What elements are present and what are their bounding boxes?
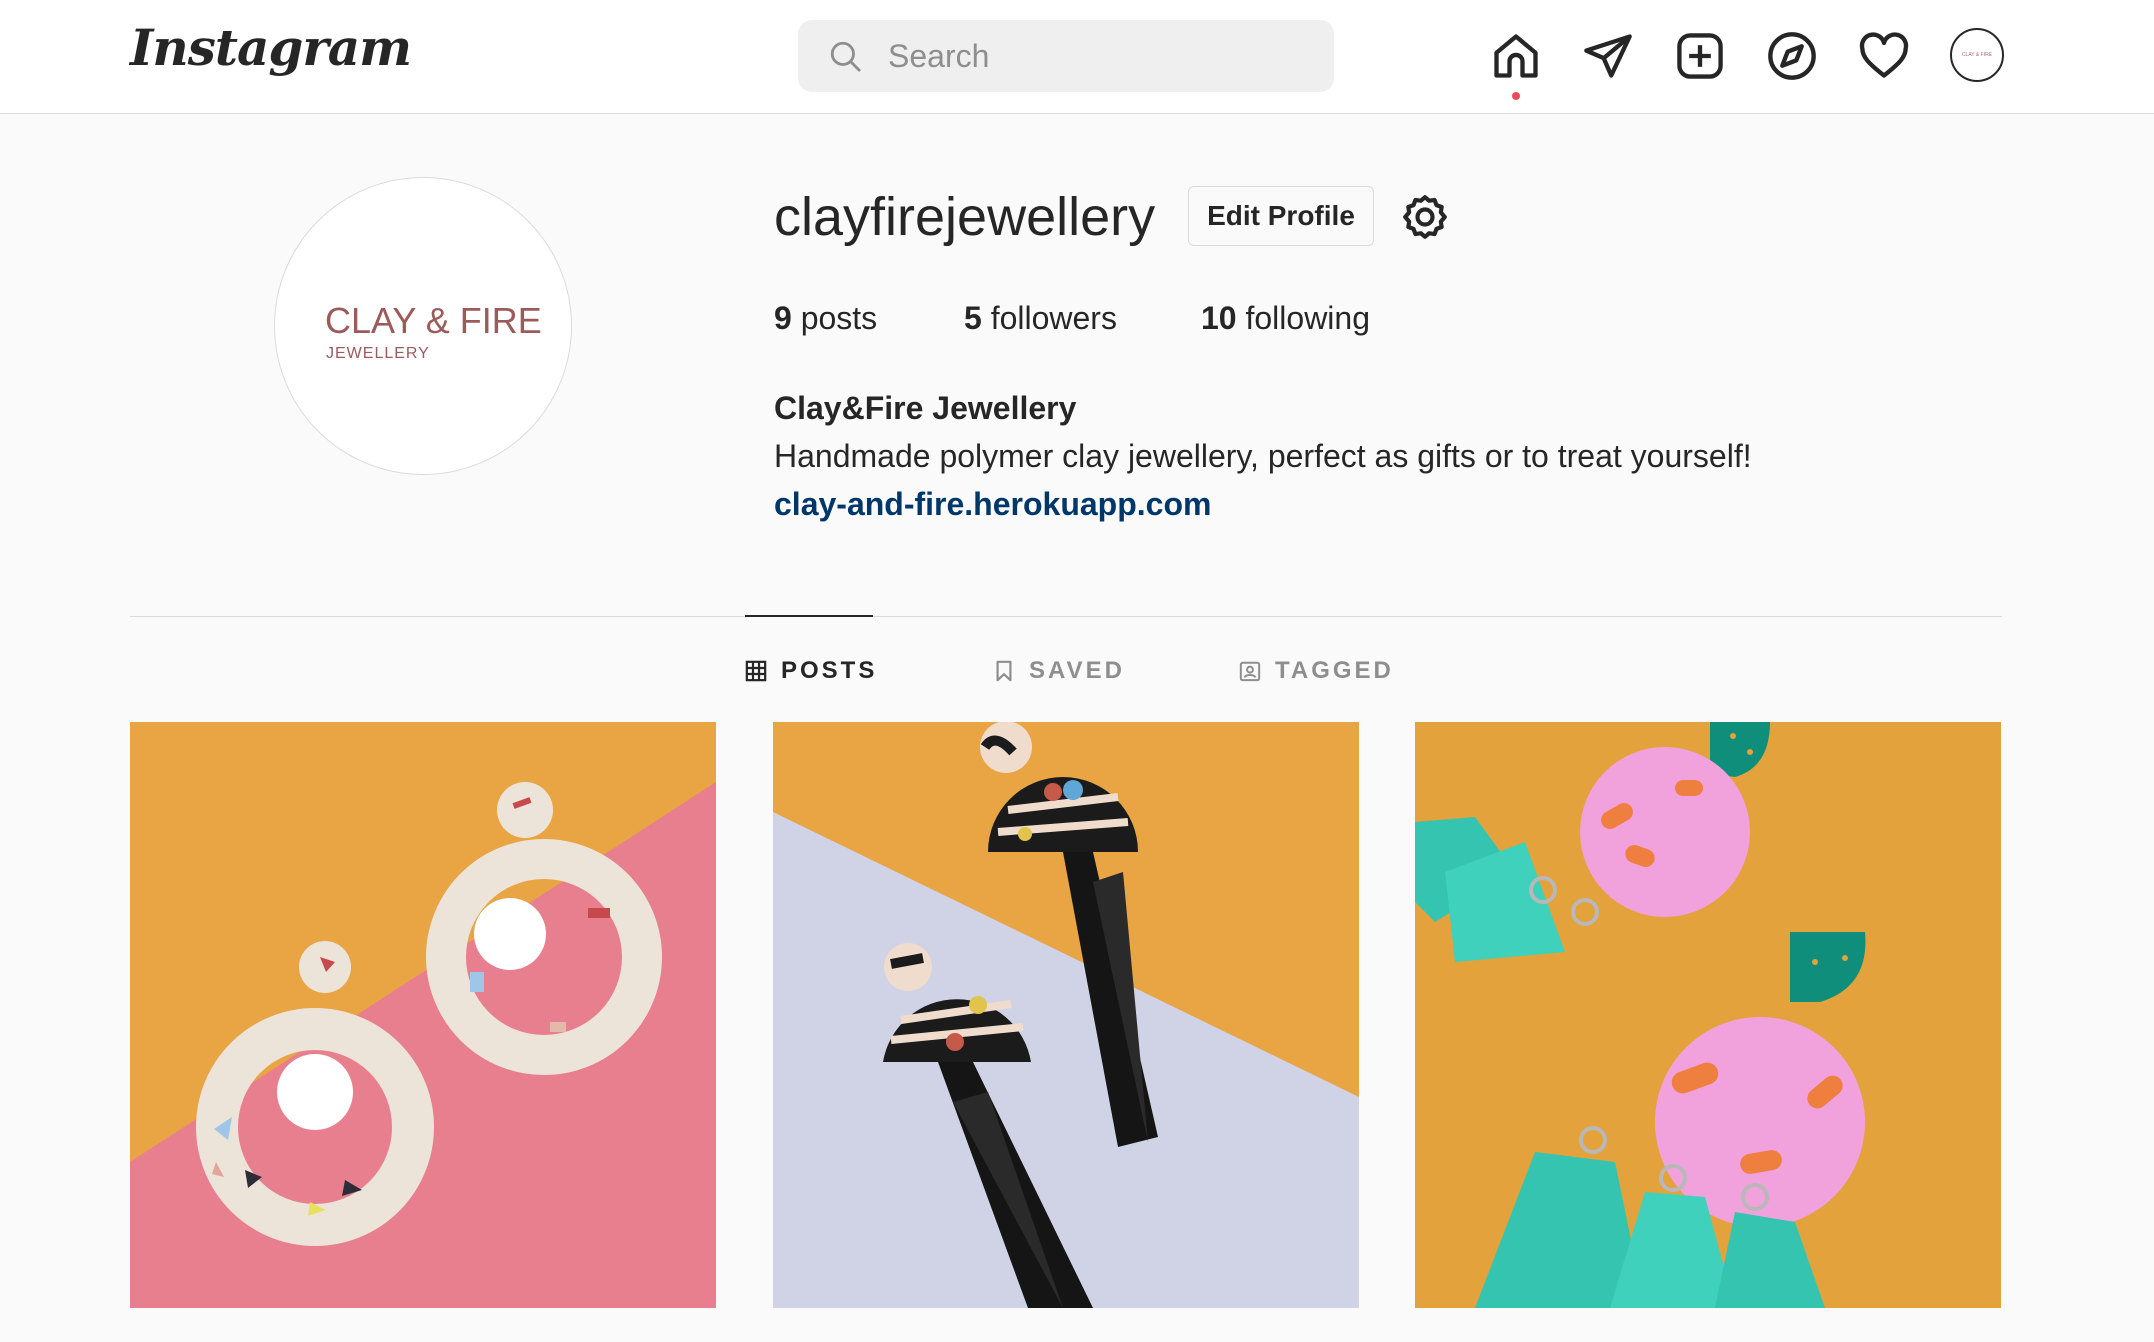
avatar-brand-subtext: JEWELLERY: [326, 345, 430, 362]
post-image-pink-teal-tassels: [1415, 722, 2001, 1308]
gear-icon[interactable]: [1400, 192, 1450, 242]
direct-message-icon[interactable]: [1582, 30, 1634, 82]
tab-posts[interactable]: POSTS: [745, 654, 877, 688]
profile-avatar-icon[interactable]: CLAY & FIRE: [1950, 28, 2004, 82]
followers-stat[interactable]: 5 followers: [964, 300, 1117, 337]
post-thumbnail[interactable]: [130, 722, 716, 1308]
active-tab-indicator: [745, 615, 873, 617]
tab-saved-label: SAVED: [1029, 657, 1125, 684]
activity-heart-icon[interactable]: [1858, 30, 1910, 82]
avatar-brand-text: CLAY & FIRE: [325, 300, 542, 341]
post-thumbnail[interactable]: [1415, 722, 2001, 1308]
notification-dot: [1512, 92, 1520, 100]
following-stat[interactable]: 10 following: [1201, 300, 1370, 337]
top-nav-bar: Instagram CLAY & FIRE: [0, 0, 2154, 114]
explore-icon[interactable]: [1766, 30, 1818, 82]
bookmark-icon: [996, 660, 1012, 682]
posts-label: posts: [800, 300, 878, 336]
profile-full-name: Clay&Fire Jewellery: [774, 390, 1077, 426]
profile-website-link[interactable]: clay-and-fire.herokuapp.com: [774, 486, 1211, 523]
following-count: 10: [1201, 300, 1237, 336]
grid-icon: [745, 660, 767, 682]
profile-username: clayfirejewellery: [774, 187, 1156, 247]
posts-count: 9: [774, 300, 792, 336]
instagram-logo[interactable]: Instagram: [130, 18, 412, 77]
search-box[interactable]: [798, 20, 1334, 92]
post-image-terrazzo-hoops: [130, 722, 716, 1308]
new-post-icon[interactable]: [1674, 30, 1726, 82]
profile-bio: Handmade polymer clay jewellery, perfect…: [774, 438, 1752, 474]
followers-label: followers: [990, 300, 1117, 336]
nav-avatar-text: CLAY & FIRE: [1961, 52, 1993, 58]
tabs-divider: [130, 616, 2002, 617]
tab-saved[interactable]: SAVED: [993, 654, 1125, 688]
edit-profile-button[interactable]: Edit Profile: [1188, 186, 1374, 246]
post-thumbnail[interactable]: [773, 722, 1359, 1308]
tagged-icon: [1239, 661, 1261, 682]
post-image-black-tassels: [773, 722, 1359, 1308]
tab-tagged-label: TAGGED: [1275, 657, 1394, 684]
tab-posts-label: POSTS: [781, 657, 878, 684]
profile-avatar[interactable]: CLAY & FIRE JEWELLERY: [274, 177, 572, 475]
tab-tagged[interactable]: TAGGED: [1239, 654, 1394, 688]
home-icon[interactable]: [1490, 30, 1542, 82]
posts-stat: 9 posts: [774, 300, 877, 337]
search-input[interactable]: [886, 36, 1290, 76]
search-icon: [830, 41, 861, 72]
followers-count: 5: [964, 300, 982, 336]
following-label: following: [1245, 300, 1370, 336]
